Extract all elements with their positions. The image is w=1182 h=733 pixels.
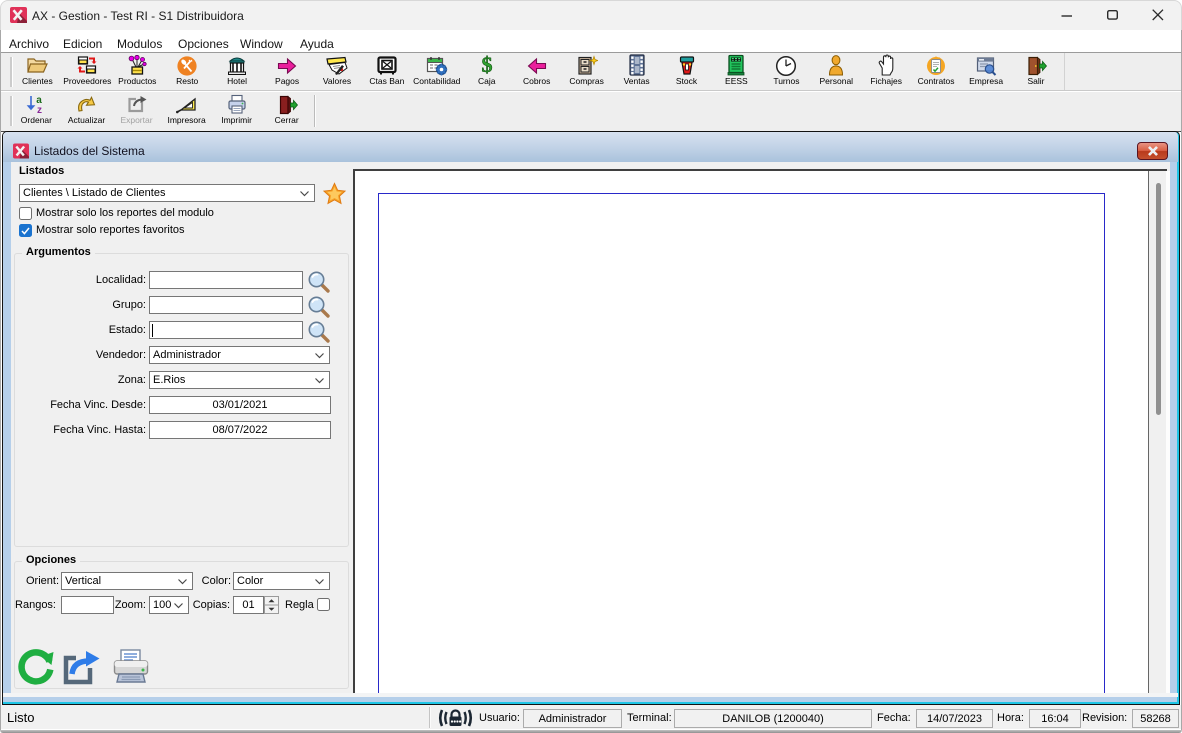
svg-text:z: z [37, 105, 42, 115]
svg-text:$: $ [481, 54, 492, 76]
